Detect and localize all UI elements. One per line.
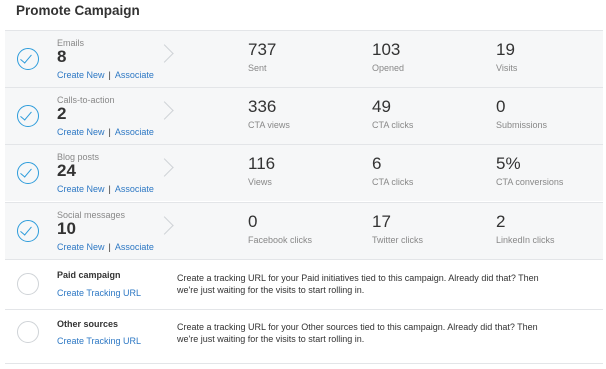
create-new-link[interactable]: Create New	[57, 127, 105, 137]
channel-links: Create New | Associate	[57, 242, 154, 252]
channel-links: Create New | Associate	[57, 184, 154, 194]
channel-links: Create New | Associate	[57, 127, 154, 137]
check-circle-icon	[17, 220, 39, 242]
stat-value: 5%	[496, 154, 521, 173]
source-description: Create a tracking URL for your Other sou…	[177, 322, 538, 344]
stat-caption: Facebook clicks	[248, 235, 313, 245]
source-row-paid: Paid campaign Create Tracking URL Create…	[5, 260, 603, 309]
stat-caption: CTA views	[248, 120, 290, 130]
associate-link[interactable]: Associate	[115, 70, 154, 80]
check-circle-icon	[17, 162, 39, 184]
link-separator: |	[108, 242, 111, 252]
stat-twitter-clicks: 17 Twitter clicks	[372, 212, 423, 245]
create-new-link[interactable]: Create New	[57, 70, 105, 80]
create-tracking-url-link[interactable]: Create Tracking URL	[57, 336, 141, 346]
channel-row-emails: Emails 8 Create New | Associate 737 Sent 1…	[5, 31, 603, 87]
source-title: Paid campaign	[57, 270, 121, 280]
channel-row-ctas: Calls-to-action 2 Create New | Associate 3…	[5, 88, 603, 144]
stat-caption: Views	[248, 177, 272, 187]
associate-link[interactable]: Associate	[115, 127, 154, 137]
channel-count: 24	[57, 161, 76, 180]
source-title: Other sources	[57, 319, 119, 329]
stat-value: 2	[496, 212, 506, 231]
link-separator: |	[108, 70, 111, 80]
stat-facebook-clicks: 0 Facebook clicks	[248, 212, 312, 245]
stat-caption: Visits	[496, 63, 518, 73]
stat-cta-conversions: 5% CTA conversions	[496, 154, 563, 187]
stat-value: 103	[372, 40, 401, 59]
stat-caption: Submissions	[496, 120, 548, 130]
create-new-link[interactable]: Create New	[57, 184, 105, 194]
channel-row-social: Social messages 10 Create New | Associate …	[5, 203, 603, 259]
associate-link[interactable]: Associate	[115, 242, 154, 252]
chevron-right-icon	[155, 101, 174, 120]
empty-circle-icon	[17, 321, 39, 343]
stat-value: 6	[372, 154, 382, 173]
divider	[5, 363, 603, 364]
link-separator: |	[108, 184, 111, 194]
stat-cta-clicks: 49 CTA clicks	[372, 97, 413, 130]
stat-cta-views: 336 CTA views	[248, 97, 290, 130]
stat-visits: 19 Visits	[496, 40, 517, 73]
page-title: Promote Campaign	[16, 3, 140, 18]
channel-row-blog-posts: Blog posts 24 Create New | Associate 116 V…	[5, 145, 603, 201]
check-circle-icon	[17, 105, 39, 127]
stat-linkedin-clicks: 2 LinkedIn clicks	[496, 212, 555, 245]
channel-count: 2	[57, 104, 67, 123]
stat-submissions: 0 Submissions	[496, 97, 547, 130]
create-tracking-url-link[interactable]: Create Tracking URL	[57, 288, 141, 298]
source-description: Create a tracking URL for your Paid init…	[177, 273, 539, 295]
stat-value: 737	[248, 40, 277, 59]
stat-views: 116 Views	[248, 154, 275, 187]
stat-value: 0	[248, 212, 258, 231]
check-circle-icon	[17, 48, 39, 70]
stat-value: 17	[372, 212, 391, 231]
stat-caption: Opened	[372, 63, 405, 73]
stat-caption: CTA clicks	[372, 177, 414, 187]
channel-links: Create New | Associate	[57, 70, 154, 80]
stat-cta-clicks: 6 CTA clicks	[372, 154, 413, 187]
stat-value: 19	[496, 40, 515, 59]
stat-value: 116	[248, 154, 276, 173]
stat-sent: 737 Sent	[248, 40, 276, 73]
chevron-right-icon	[155, 216, 174, 235]
stat-caption: Twitter clicks	[372, 235, 424, 245]
create-new-link[interactable]: Create New	[57, 242, 105, 252]
stat-caption: LinkedIn clicks	[496, 235, 555, 245]
stat-value: 49	[372, 97, 391, 116]
stat-caption: CTA clicks	[372, 120, 414, 130]
empty-circle-icon	[17, 273, 39, 295]
stat-caption: CTA conversions	[496, 177, 564, 187]
channel-count: 10	[57, 219, 76, 238]
stat-value: 0	[496, 97, 506, 116]
source-row-other: Other sources Create Tracking URL Create…	[5, 310, 603, 359]
chevron-right-icon	[155, 44, 174, 63]
stat-value: 336	[248, 97, 277, 116]
stat-caption: Sent	[248, 63, 267, 73]
stat-opened: 103 Opened	[372, 40, 404, 73]
link-separator: |	[108, 127, 111, 137]
associate-link[interactable]: Associate	[115, 184, 154, 194]
chevron-right-icon	[155, 158, 174, 177]
channel-count: 8	[57, 47, 67, 66]
